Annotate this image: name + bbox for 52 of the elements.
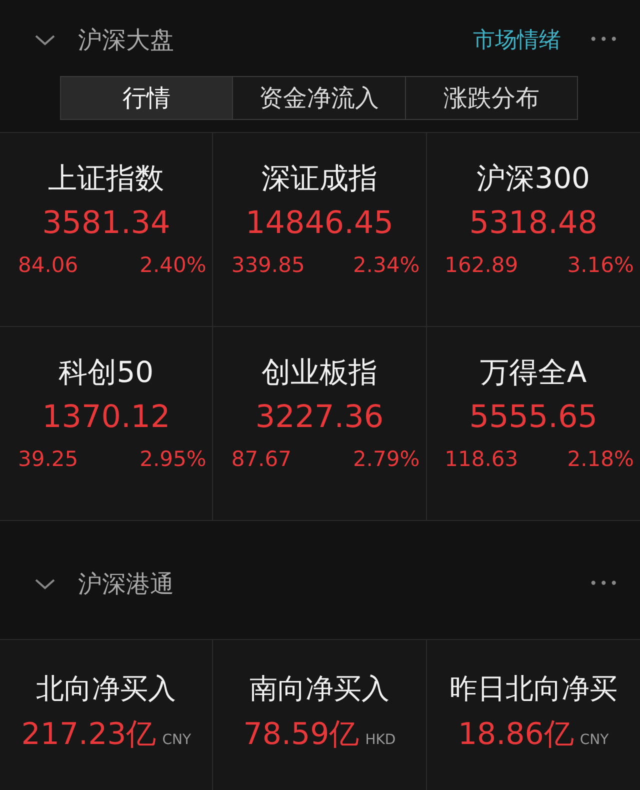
flow-card[interactable]: 南向净买入 78.59亿 HKD <box>213 640 427 790</box>
index-change: 118.63 <box>444 447 518 471</box>
index-change: 87.67 <box>231 447 292 471</box>
currency-unit: HKD <box>365 732 396 748</box>
index-change: 84.06 <box>18 253 78 277</box>
flow-name: 南向净买入 <box>249 671 390 707</box>
index-card[interactable]: 科创50 1370.12 39.25 2.95% <box>0 327 214 521</box>
index-change: 339.85 <box>231 253 305 277</box>
index-value: 3581.34 <box>42 205 170 241</box>
currency-unit: CNY <box>580 732 609 748</box>
flow-value: 217.23亿 <box>21 716 156 754</box>
more-icon[interactable]: ••• <box>589 32 620 48</box>
flow-value: 18.86亿 <box>458 716 574 754</box>
index-change: 39.25 <box>18 447 78 471</box>
index-percent: 3.16% <box>567 253 634 277</box>
flow-name: 昨日北向净买 <box>449 671 618 707</box>
index-percent: 2.40% <box>140 253 206 277</box>
index-value: 5555.65 <box>469 399 598 435</box>
index-value: 14846.45 <box>246 205 394 241</box>
index-change: 162.89 <box>444 253 518 277</box>
tab[interactable]: 资金净流入 <box>232 77 405 119</box>
section-title: 沪深港通 <box>78 569 175 600</box>
index-name: 创业板指 <box>261 354 378 391</box>
more-icon[interactable]: ••• <box>589 576 620 592</box>
index-value: 5318.48 <box>469 205 598 241</box>
currency-unit: CNY <box>162 732 192 748</box>
index-card[interactable]: 深证成指 14846.45 339.85 2.34% <box>213 133 427 327</box>
index-name: 上证指数 <box>48 160 164 197</box>
index-card[interactable]: 上证指数 3581.34 84.06 2.40% <box>0 133 214 327</box>
index-percent: 2.79% <box>352 447 420 471</box>
index-card[interactable]: 沪深300 5318.48 162.89 3.16% <box>426 133 640 327</box>
index-value: 3227.36 <box>255 399 384 435</box>
chevron-icon[interactable] <box>34 577 56 591</box>
index-name: 科创50 <box>58 354 154 391</box>
flow-card[interactable]: 昨日北向净买 18.86亿 CNY <box>426 640 640 790</box>
tab[interactable]: 行情 <box>61 77 232 119</box>
index-card[interactable]: 创业板指 3227.36 87.67 2.79% <box>213 327 427 521</box>
flow-value: 78.59亿 <box>243 716 360 754</box>
index-percent: 2.18% <box>567 447 634 471</box>
flow-card[interactable]: 北向净买入 217.23亿 CNY <box>0 640 214 790</box>
index-name: 深证成指 <box>261 160 378 197</box>
index-name: 万得全A <box>480 354 587 391</box>
index-percent: 2.34% <box>352 253 420 277</box>
index-card[interactable]: 万得全A 5555.65 118.63 2.18% <box>426 327 640 521</box>
index-value: 1370.12 <box>42 399 170 435</box>
chevron-icon[interactable] <box>34 33 56 47</box>
section-title: 沪深大盘 <box>78 25 175 56</box>
tab[interactable]: 涨跌分布 <box>404 77 577 119</box>
index-name: 沪深300 <box>476 160 590 197</box>
index-percent: 2.95% <box>140 447 206 471</box>
market-sentiment-link[interactable]: 市场情绪 <box>473 25 562 55</box>
flow-name: 北向净买入 <box>36 671 176 707</box>
